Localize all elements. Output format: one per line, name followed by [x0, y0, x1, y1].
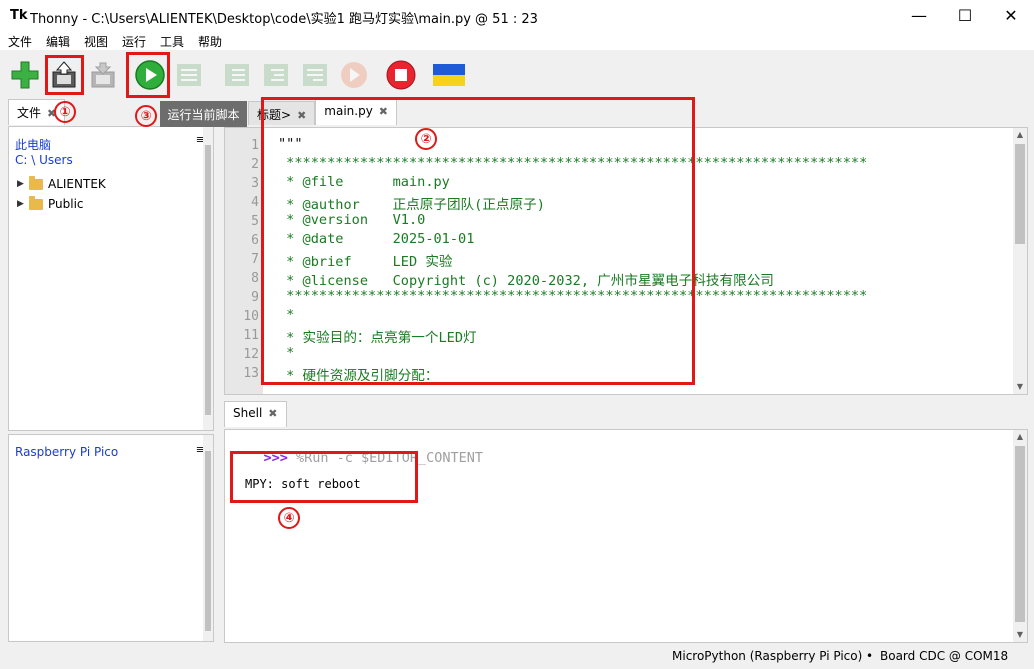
menu-edit[interactable]: 编辑 [46, 33, 70, 50]
annotation-box-2 [261, 97, 695, 385]
scrollbar-thumb[interactable] [205, 451, 211, 631]
scrollbar-thumb[interactable] [205, 145, 211, 415]
line-number: 6 [251, 233, 259, 248]
menu-file[interactable]: 文件 [8, 33, 32, 50]
scroll-down-icon[interactable]: ▼ [1013, 628, 1027, 642]
maximize-button[interactable]: ☐ [942, 0, 988, 31]
line-number: 11 [243, 328, 259, 343]
annotation-box-4 [230, 451, 418, 503]
scrollbar-thumb[interactable] [1015, 144, 1025, 244]
new-file-icon[interactable] [8, 58, 42, 92]
tree-item-public[interactable]: ▶ Public [17, 195, 84, 211]
folder-icon [29, 195, 43, 210]
line-number: 3 [251, 176, 259, 191]
status-separator: • [866, 649, 874, 663]
device-scrollbar[interactable] [203, 435, 213, 641]
line-number: 13 [243, 366, 259, 381]
scroll-up-icon[interactable]: ▲ [1013, 128, 1027, 142]
menu-tools[interactable]: 工具 [160, 33, 184, 50]
window-title: Thonny - C:\Users\ALIENTEK\Desktop\code\… [30, 12, 538, 27]
menu-view[interactable]: 视图 [84, 33, 108, 50]
editor-scrollbar[interactable]: ▲ ▼ [1013, 128, 1027, 394]
files-scrollbar[interactable] [203, 127, 213, 430]
line-number: 10 [243, 309, 259, 324]
thonny-logo-icon: Tk [10, 8, 28, 23]
line-number: 9 [251, 290, 259, 305]
line-number: 2 [251, 157, 259, 172]
close-icon[interactable]: ✖ [268, 407, 277, 420]
shell-tabbar: Shell ✖ [224, 401, 287, 427]
line-number: 12 [243, 347, 259, 362]
close-button[interactable]: ✕ [988, 0, 1034, 31]
scrollbar-thumb[interactable] [1015, 446, 1025, 622]
interpreter-status[interactable]: MicroPython (Raspberry Pi Pico) [672, 649, 862, 663]
path-breadcrumb[interactable]: C: \ Users [15, 153, 73, 167]
minimize-button[interactable]: — [896, 0, 942, 31]
line-number: 8 [251, 271, 259, 286]
step-over-icon[interactable] [220, 58, 254, 92]
expand-arrow-icon[interactable]: ▶ [17, 179, 29, 189]
callout-4: ④ [278, 507, 300, 529]
debug-icon[interactable] [172, 58, 206, 92]
annotation-box-3 [126, 52, 170, 98]
tab-label: Shell [233, 406, 263, 420]
save-file-icon[interactable] [86, 58, 120, 92]
line-number-gutter: 1 2 3 4 5 6 7 8 9 10 11 12 13 [225, 128, 263, 394]
ukraine-flag-icon[interactable] [432, 58, 466, 92]
line-number: 5 [251, 214, 259, 229]
callout-2: ② [415, 128, 437, 150]
scroll-up-icon[interactable]: ▲ [1013, 430, 1027, 444]
this-pc-link[interactable]: 此电脑 [15, 136, 51, 153]
callout-3: ③ [135, 105, 157, 127]
stop-icon[interactable] [384, 58, 418, 92]
line-number: 7 [251, 252, 259, 267]
tab-shell[interactable]: Shell ✖ [224, 401, 287, 427]
line-number: 4 [251, 195, 259, 210]
menu-bar: 文件 编辑 视图 运行 工具 帮助 [0, 31, 1034, 50]
status-bar: MicroPython (Raspberry Pi Pico) • Board … [0, 644, 1034, 669]
scroll-down-icon[interactable]: ▼ [1013, 380, 1027, 394]
port-status[interactable]: Board CDC @ COM18 [880, 649, 1008, 663]
shell-scrollbar[interactable]: ▲ ▼ [1013, 430, 1027, 642]
title-bar: Tk Thonny - C:\Users\ALIENTEK\Desktop\co… [0, 0, 1034, 31]
tab-files-label: 文件 [17, 106, 42, 120]
tree-item-label: ALIENTEK [48, 177, 106, 191]
expand-arrow-icon[interactable]: ▶ [17, 199, 29, 209]
step-out-icon[interactable] [298, 58, 332, 92]
resume-icon[interactable] [337, 58, 371, 92]
step-into-icon[interactable] [259, 58, 293, 92]
run-tooltip: 运行当前脚本 [160, 101, 247, 127]
line-number: 1 [251, 138, 259, 153]
files-panel: ≡ 此电脑 C: \ Users ▶ ALIENTEK ▶ Public [8, 126, 214, 431]
device-files-panel: Raspberry Pi Pico ≡ [8, 434, 214, 642]
callout-1: ① [54, 101, 76, 123]
tree-item-label: Public [48, 197, 84, 211]
menu-run[interactable]: 运行 [122, 33, 146, 50]
menu-help[interactable]: 帮助 [198, 33, 222, 50]
annotation-box-1 [45, 55, 84, 95]
folder-icon [29, 175, 43, 190]
device-title[interactable]: Raspberry Pi Pico [15, 445, 118, 459]
tree-item-alientek[interactable]: ▶ ALIENTEK [17, 175, 106, 191]
